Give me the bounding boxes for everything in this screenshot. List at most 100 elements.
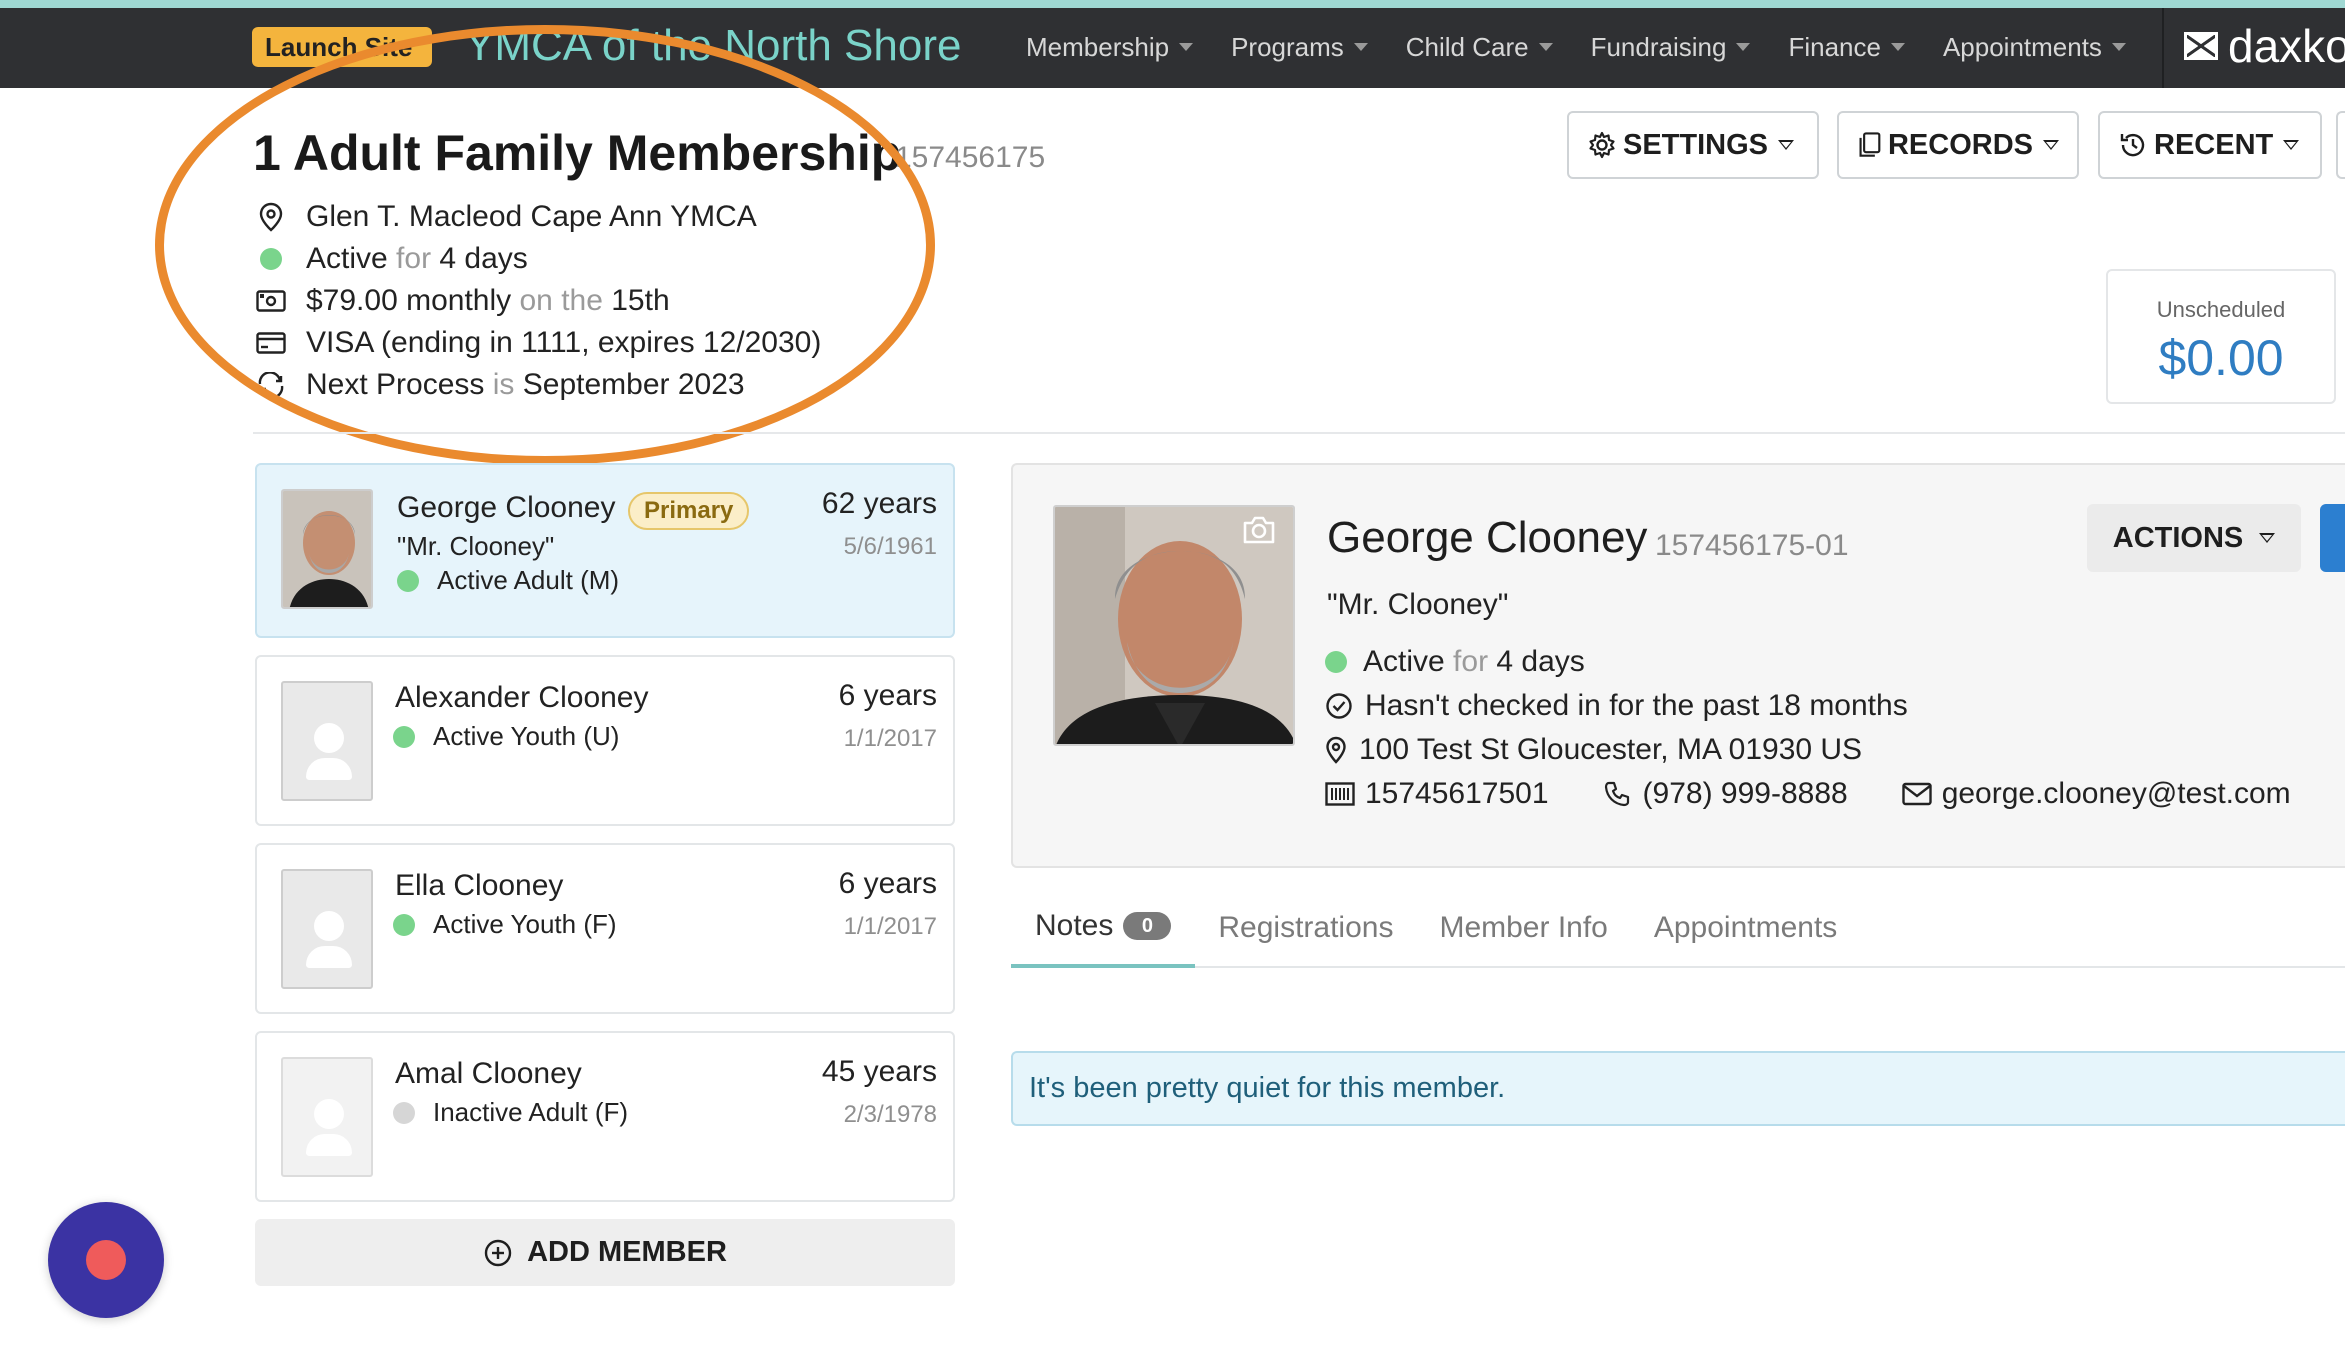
payment-row: VISA (ending in 1111, expires 12/2030) bbox=[256, 322, 821, 364]
avatar-placeholder-icon bbox=[281, 681, 373, 801]
org-name[interactable]: YMCA of the North Shore bbox=[465, 18, 961, 74]
member-age: 6 years bbox=[838, 867, 937, 900]
detail-status-for: for bbox=[1453, 645, 1489, 678]
member-card[interactable]: Ella Clooney Active Youth (F) 6 years 1/… bbox=[255, 843, 955, 1014]
chevron-down-icon bbox=[2283, 140, 2300, 150]
unscheduled-balance-card: Unscheduled $0.00 bbox=[2106, 269, 2336, 404]
chevron-down-icon bbox=[1736, 43, 1751, 51]
primary-action-button-edge[interactable] bbox=[2320, 504, 2345, 572]
credit-card-icon bbox=[256, 328, 286, 358]
chevron-down-icon bbox=[1179, 43, 1194, 51]
chevron-down-icon bbox=[1353, 43, 1368, 51]
location-pin-icon bbox=[1325, 736, 1349, 764]
overflow-button-edge[interactable] bbox=[2336, 111, 2345, 179]
detail-status: Active bbox=[1363, 645, 1445, 678]
member-nickname: "Mr. Clooney" bbox=[397, 531, 555, 561]
tab-appointments[interactable]: Appointments bbox=[1631, 888, 1860, 968]
member-status: Active Youth (U) bbox=[393, 721, 619, 752]
nav-membership[interactable]: Membership bbox=[1026, 31, 1194, 63]
tab-member-info-label: Member Info bbox=[1439, 911, 1608, 944]
member-detail-panel: George Clooney 157456175-01 "Mr. Clooney… bbox=[1011, 463, 2345, 868]
chevron-down-icon bbox=[1538, 43, 1553, 51]
nav-child-care[interactable]: Child Care bbox=[1406, 32, 1553, 63]
member-dob: 5/6/1961 bbox=[843, 533, 937, 560]
status-for: for bbox=[396, 242, 432, 275]
brand-logo[interactable]: daxko bbox=[2184, 18, 2345, 74]
member-card-primary[interactable]: George Clooney Primary "Mr. Clooney" Act… bbox=[255, 463, 955, 638]
nav-programs[interactable]: Programs bbox=[1231, 32, 1368, 63]
nav-fundraising[interactable]: Fundraising bbox=[1591, 32, 1751, 63]
detail-member-id: 157456175-01 bbox=[1655, 529, 1849, 562]
money-icon bbox=[256, 286, 286, 316]
member-name[interactable]: Amal Clooney bbox=[395, 1057, 582, 1091]
detail-email[interactable]: george.clooney@test.com bbox=[1942, 777, 2291, 811]
member-tabs: Notes 0 Registrations Member Info Appoin… bbox=[1011, 888, 2345, 968]
recent-label: RECENT bbox=[2154, 128, 2274, 161]
member-name[interactable]: Ella Clooney bbox=[395, 869, 563, 903]
tab-notes-label: Notes bbox=[1035, 909, 1114, 942]
notes-empty-message: It's been pretty quiet for this member. bbox=[1011, 1051, 2345, 1126]
member-status: Inactive Adult (F) bbox=[393, 1097, 628, 1128]
records-button[interactable]: RECORDS bbox=[1837, 111, 2079, 179]
actions-button[interactable]: ACTIONS bbox=[2087, 504, 2301, 572]
nav-membership-label: Membership bbox=[1026, 31, 1170, 62]
member-dob: 2/3/1978 bbox=[843, 1101, 937, 1128]
member-name[interactable]: George Clooney bbox=[397, 491, 615, 525]
billing-day: 15th bbox=[611, 284, 670, 317]
branch-name: Glen T. Macleod Cape Ann YMCA bbox=[306, 200, 757, 233]
nav-divider bbox=[2162, 8, 2164, 88]
notes-count-badge: 0 bbox=[1123, 912, 1172, 940]
recent-button[interactable]: RECENT bbox=[2098, 111, 2322, 179]
chevron-down-icon bbox=[2043, 140, 2059, 150]
status-duration: 4 days bbox=[439, 242, 528, 275]
settings-button[interactable]: SETTINGS bbox=[1567, 111, 1819, 179]
avatar-placeholder-icon bbox=[281, 1057, 373, 1177]
nav-finance[interactable]: Finance bbox=[1788, 32, 1905, 63]
nav-child-care-label: Child Care bbox=[1405, 31, 1529, 62]
unscheduled-label: Unscheduled bbox=[2156, 297, 2286, 322]
brand-mark-icon bbox=[2184, 32, 2218, 60]
chevron-down-icon bbox=[1890, 43, 1905, 51]
page-title: 1 Adult Family Membership bbox=[253, 125, 902, 181]
status-dot bbox=[397, 569, 419, 592]
actions-label: ACTIONS bbox=[2112, 521, 2244, 554]
tab-member-info[interactable]: Member Info bbox=[1416, 888, 1630, 968]
detail-address-row: 100 Test St Gloucester, MA 01930 US bbox=[1325, 733, 1862, 767]
plus-circle-icon bbox=[484, 1239, 512, 1266]
launch-site-button[interactable]: Launch Site bbox=[252, 27, 432, 67]
location-pin-icon bbox=[256, 202, 286, 232]
nav-appointments[interactable]: Appointments bbox=[1943, 32, 2126, 63]
gear-icon bbox=[1589, 131, 1615, 159]
tab-notes[interactable]: Notes 0 bbox=[1011, 888, 1196, 968]
member-age: 45 years bbox=[821, 1055, 937, 1088]
barcode-icon bbox=[1325, 782, 1355, 806]
detail-status-row: Active for 4 days bbox=[1325, 645, 1585, 679]
detail-phone[interactable]: (978) 999-8888 bbox=[1643, 777, 1848, 811]
primary-badge: Primary bbox=[628, 492, 750, 530]
camera-icon[interactable] bbox=[1241, 515, 1277, 550]
member-status: Active Adult (M) bbox=[397, 565, 619, 596]
member-status-text: Inactive Adult (F) bbox=[433, 1097, 629, 1127]
unscheduled-amount[interactable]: $0.00 bbox=[2108, 329, 2334, 387]
next-process-label: Next Process bbox=[306, 368, 485, 401]
documents-icon bbox=[1859, 132, 1881, 157]
member-status: Active Youth (F) bbox=[393, 909, 617, 940]
member-detail-photo[interactable] bbox=[1053, 505, 1295, 746]
main-nav-menu: Membership Programs Child Care Fundraisi… bbox=[1026, 22, 2164, 72]
header-divider bbox=[253, 432, 2345, 434]
member-name[interactable]: Alexander Clooney bbox=[395, 681, 649, 715]
add-member-button[interactable]: ADD MEMBER bbox=[255, 1219, 955, 1286]
chevron-down-icon bbox=[2111, 43, 2126, 51]
detail-nickname: "Mr. Clooney" bbox=[1327, 588, 1509, 621]
detail-status-duration: 4 days bbox=[1496, 645, 1585, 678]
member-card[interactable]: Amal Clooney Inactive Adult (F) 45 years… bbox=[255, 1031, 955, 1202]
chat-launcher-button[interactable] bbox=[48, 1202, 164, 1318]
member-card[interactable]: Alexander Clooney Active Youth (U) 6 yea… bbox=[255, 655, 955, 826]
detail-member-name: George Clooney bbox=[1327, 513, 1648, 562]
detail-address: 100 Test St Gloucester, MA 01930 US bbox=[1359, 733, 1863, 766]
tab-appointments-label: Appointments bbox=[1653, 911, 1838, 944]
nav-fundraising-label: Fundraising bbox=[1590, 31, 1727, 62]
membership-id: 157456175 bbox=[895, 141, 1046, 174]
tab-registrations[interactable]: Registrations bbox=[1195, 888, 1416, 968]
billing-on-the: on the bbox=[519, 284, 603, 317]
